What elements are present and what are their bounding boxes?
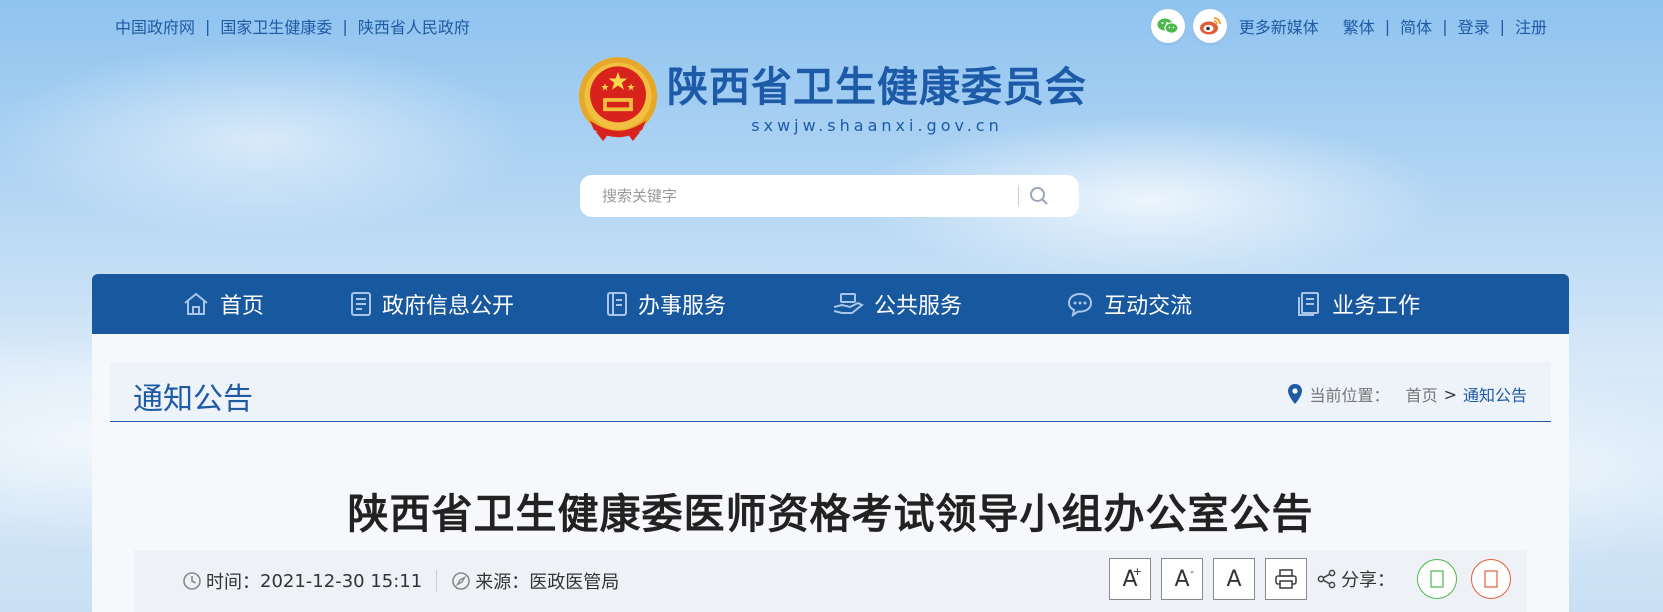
printer-icon (1275, 569, 1297, 589)
font-smaller-label: A (1174, 566, 1190, 592)
print-button[interactable] (1265, 558, 1307, 600)
simplified-chinese-link[interactable]: 简体 (1400, 14, 1432, 38)
nav-item-services[interactable]: 办事服务 (606, 274, 726, 334)
breadcrumb-separator: > (1443, 384, 1457, 404)
hand-service-icon (833, 293, 864, 314)
breadcrumb-current[interactable]: 通知公告 (1463, 382, 1527, 406)
chat-icon (1068, 292, 1093, 317)
source-label: 来源： (475, 572, 530, 593)
handbook-icon (607, 292, 628, 316)
link-separator: | (1442, 16, 1448, 36)
font-larger-sup: + (1132, 565, 1142, 578)
register-link[interactable]: 注册 (1515, 14, 1547, 38)
site-title: 陕西省卫生健康委员会 (667, 63, 1087, 111)
wechat-icon[interactable] (1150, 9, 1185, 43)
logo-text: 陕西省卫生健康委员会 sxwjw.shaanxi.gov.cn (667, 64, 1087, 135)
font-smaller-button[interactable]: A- (1161, 558, 1203, 600)
national-emblem-icon (578, 57, 658, 141)
home-icon (184, 292, 208, 315)
article-source: 来源： 医政医管局 (451, 568, 619, 594)
nav-label: 业务工作 (1332, 294, 1421, 319)
nav-item-interaction[interactable]: 互动交流 (1066, 274, 1192, 334)
share-area: 分享： (1317, 566, 1395, 592)
search-input[interactable] (602, 187, 1012, 205)
site-url: sxwjw.shaanxi.gov.cn (751, 116, 1003, 135)
main-nav: 首页 政府信息公开 办事服务 公共服务 互动交流 业务工作 (92, 274, 1569, 334)
nav-label: 互动交流 (1104, 294, 1193, 319)
breadcrumb: 当前位置： 首页 > 通知公告 (1287, 382, 1527, 406)
site-logo[interactable]: 陕西省卫生健康委员会 sxwjw.shaanxi.gov.cn (577, 52, 1087, 147)
breadcrumb-home[interactable]: 首页 (1406, 382, 1438, 406)
weibo-share-icon (1484, 570, 1498, 588)
link-separator: | (205, 16, 211, 36)
breadcrumb-prefix: 当前位置： (1309, 386, 1390, 405)
link-gov-cn[interactable]: 中国政府网 (115, 14, 195, 38)
partner-links: 中国政府网 | 国家卫生健康委 | 陕西省人民政府 (115, 14, 470, 38)
time-label: 时间： (206, 572, 260, 593)
wechat-share-icon (1430, 570, 1444, 588)
font-larger-button[interactable]: A + (1109, 558, 1151, 600)
nav-label: 公共服务 (874, 294, 963, 319)
font-smaller-sup: - (1190, 565, 1194, 578)
article-title: 陕西省卫生健康委医师资格考试领导小组办公室公告 (347, 490, 1314, 538)
font-default-label: A (1226, 566, 1242, 592)
nav-item-home[interactable]: 首页 (182, 274, 264, 334)
link-separator: | (1384, 16, 1391, 36)
work-icon (1298, 292, 1320, 316)
share-icon (1317, 569, 1336, 589)
source-value: 医政医管局 (529, 572, 620, 593)
share-wechat-button[interactable] (1417, 559, 1457, 599)
content-panel: 通知公告 当前位置： 首页 > 通知公告 陕西省卫生健康委医师资格考试领导小组办… (92, 334, 1569, 612)
location-pin-icon (1287, 384, 1302, 404)
weibo-icon[interactable] (1192, 9, 1227, 43)
search-box (580, 175, 1079, 217)
top-bar: 中国政府网 | 国家卫生健康委 | 陕西省人民政府 更多新媒体 繁体 | 简体 … (0, 0, 1663, 50)
article-tools: A + A- A 分享： (1099, 558, 1511, 600)
search-icon (1030, 187, 1048, 205)
link-nhc[interactable]: 国家卫生健康委 (220, 14, 332, 38)
document-icon (351, 292, 372, 316)
share-label: 分享： (1341, 570, 1395, 591)
more-media-link[interactable]: 更多新媒体 (1239, 14, 1319, 38)
nav-item-public-service[interactable]: 公共服务 (832, 274, 962, 334)
font-default-button[interactable]: A (1213, 558, 1255, 600)
link-separator: | (342, 16, 348, 36)
nav-label: 办事服务 (638, 294, 727, 319)
top-right-links: 更多新媒体 繁体 | 简体 | 登录 | 注册 (1150, 9, 1547, 43)
meta-divider (436, 570, 438, 592)
article-meta: 时间： 2021-12-30 15:11 来源： 医政医管局 (182, 568, 619, 594)
clock-icon (183, 572, 201, 590)
nav-label: 首页 (220, 294, 265, 319)
compass-icon (452, 572, 471, 590)
login-link[interactable]: 登录 (1458, 14, 1490, 38)
article-meta-bar: 时间： 2021-12-30 15:11 来源： 医政医管局 A + A- A 分… (134, 550, 1527, 612)
nav-label: 政府信息公开 (382, 294, 515, 319)
traditional-chinese-link[interactable]: 繁体 (1343, 14, 1375, 38)
nav-item-work[interactable]: 业务工作 (1296, 274, 1420, 334)
nav-item-gov-info[interactable]: 政府信息公开 (350, 274, 514, 334)
publish-time: 时间： 2021-12-30 15:11 (182, 568, 422, 594)
category-bar: 通知公告 当前位置： 首页 > 通知公告 (110, 362, 1551, 422)
category-title: 通知公告 (133, 382, 253, 417)
search-button[interactable] (1019, 175, 1059, 217)
share-weibo-button[interactable] (1471, 559, 1511, 599)
time-value: 2021-12-30 15:11 (260, 570, 423, 592)
link-separator: | (1499, 16, 1505, 36)
link-shaanxi-gov[interactable]: 陕西省人民政府 (358, 14, 470, 38)
